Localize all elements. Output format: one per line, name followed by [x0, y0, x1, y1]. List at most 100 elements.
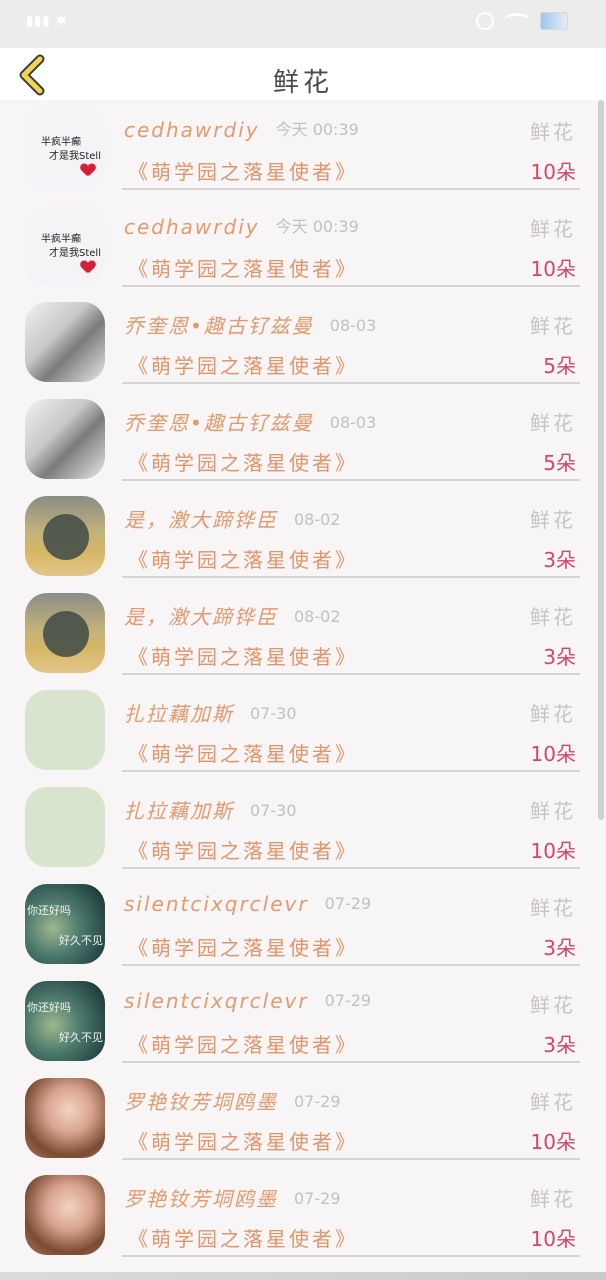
list-item[interactable]: 是，激大蹄铧臣 08-02 鲜花 《萌学园之落星使者》 3朵: [0, 585, 606, 682]
avatar[interactable]: 你还好吗好久不见: [25, 884, 105, 964]
avatar-caption: 半疯半癫: [41, 137, 81, 148]
avatar[interactable]: [25, 302, 105, 382]
avatar[interactable]: 半疯半癫才是我Stell: [25, 205, 105, 285]
divider: [122, 479, 580, 481]
divider: [122, 1158, 580, 1160]
sender-name[interactable]: cedhawrdiy 今天 00:39: [124, 116, 359, 142]
avatar[interactable]: [25, 690, 105, 770]
gift-type: 鲜花: [530, 508, 576, 532]
gift-quantity: 5朵: [543, 354, 576, 378]
avatar-caption: 才是我Stell: [49, 248, 101, 259]
sender-name[interactable]: 罗艳钕芳垌鸥墨 07-29: [124, 1183, 341, 1212]
list-item[interactable]: 罗艳钕芳垌鸥墨 07-29 鲜花《萌学园之落星使者》 10朵: [0, 1070, 606, 1167]
divider: [122, 964, 580, 966]
sender-name-text: 罗艳钕芳垌鸥墨: [124, 1187, 278, 1211]
heart-icon: [81, 164, 95, 176]
timestamp: 07-29: [294, 1092, 341, 1111]
timestamp: 07-29: [294, 1189, 341, 1208]
timestamp: 07-29: [324, 894, 372, 913]
list-item[interactable]: 是，激大蹄铧臣 08-02 鲜花 《萌学园之落星使者》 3朵: [0, 488, 606, 585]
avatar-circle: [43, 514, 89, 560]
gift-list[interactable]: 半疯半癫 才是我Stell cedhawrdiy 今天 00:39 鲜花 《萌学园之落星使…: [0, 100, 606, 1280]
divider: [122, 188, 580, 190]
book-title-link[interactable]: 《萌学园之落星使者》: [128, 350, 358, 379]
book-title-link[interactable]: 《萌学园之落星使者》: [128, 835, 358, 864]
avatar[interactable]: [25, 787, 105, 867]
book-title-link[interactable]: 《萌学园之落星使者》: [128, 1223, 358, 1252]
book-title-link[interactable]: 《萌学园之落星使者》: [128, 932, 358, 961]
header-bar: 鲜花: [0, 48, 606, 100]
book-title-link[interactable]: 《萌学园之落星使者》: [128, 544, 358, 573]
book-title-link[interactable]: 《萌学园之落星使者》: [128, 738, 358, 767]
gift-type: 鲜花: [530, 1187, 576, 1211]
avatar[interactable]: [25, 399, 105, 479]
book-title-link[interactable]: 《萌学园之落星使者》: [128, 1126, 358, 1155]
gift-type: 鲜花: [530, 217, 576, 241]
gift-type: 鲜花: [530, 993, 576, 1017]
avatar[interactable]: 你还好吗 好久不见: [25, 981, 105, 1061]
list-item[interactable]: 半疯半癫才是我Stell cedhawrdiy 今天 00:39 鲜花《萌学园之落星使…: [0, 197, 606, 294]
gift-quantity: 10朵: [530, 257, 576, 281]
avatar-caption: 好久不见: [59, 934, 103, 947]
list-item[interactable]: 你还好吗 好久不见 silentcixqrclevr 07-29 鲜花《萌学园之落星使者…: [0, 973, 606, 1070]
sender-name-text: 乔奎恩•趣古钌兹曼: [124, 314, 314, 338]
list-item[interactable]: 乔奎恩•趣古钌兹曼 08-03 鲜花 《萌学园之落星使者》 5朵: [0, 391, 606, 488]
avatar[interactable]: [25, 1175, 105, 1255]
list-item[interactable]: 乔奎恩•趣古钌兹曼 08-03 鲜花 《萌学园之落星使者》 5朵: [0, 294, 606, 391]
book-title-link[interactable]: 《萌学园之落星使者》: [128, 447, 358, 476]
avatar-caption: 才是我Stell: [49, 151, 101, 162]
avatar[interactable]: 半疯半癫才是我Stell: [25, 108, 105, 188]
gift-type: 鲜花: [530, 120, 576, 144]
gift-quantity: 10朵: [530, 160, 576, 184]
timestamp: 08-03: [329, 316, 377, 335]
sender-name[interactable]: silentcixqrclevr 07-29: [124, 989, 371, 1013]
sender-name[interactable]: 罗艳钕芳垌鸥墨 07-29: [124, 1086, 341, 1115]
sender-name-text: 罗艳钕芳垌鸥墨: [124, 1090, 278, 1114]
avatar-caption: 你还好吗: [27, 904, 71, 917]
gift-type: 鲜花: [530, 1090, 576, 1114]
list-item[interactable]: 半疯半癫才是我Stell cedhawrdiy 今天 00:39 鲜花《萌学园之落星使…: [0, 100, 606, 197]
gift-quantity: 10朵: [530, 1130, 576, 1154]
gift-type: 鲜花: [530, 896, 576, 920]
sender-name[interactable]: 扎拉藕加斯 07-30: [124, 698, 297, 727]
sender-name-text: cedhawrdiy: [124, 118, 260, 142]
sender-name-text: 是，激大蹄铧臣: [124, 508, 278, 532]
wifi-icon: [504, 13, 530, 29]
list-item[interactable]: 罗艳钕芳垌鸥墨 07-29 鲜花 《萌学园之落星使者》 10朵: [0, 1167, 606, 1264]
divider: [122, 867, 580, 869]
gift-quantity: 5朵: [543, 451, 576, 475]
gift-type: 鲜花: [530, 799, 576, 823]
book-title-link[interactable]: 《萌学园之落星使者》: [128, 641, 358, 670]
divider: [122, 576, 580, 578]
avatar[interactable]: [25, 593, 105, 673]
divider: [122, 1061, 580, 1063]
sender-name-text: 扎拉藕加斯: [124, 702, 234, 726]
book-title-link[interactable]: 《萌学园之落星使者》: [128, 253, 358, 282]
book-title-link[interactable]: 《萌学园之落星使者》: [128, 156, 358, 185]
timestamp: 07-30: [250, 801, 297, 820]
gift-quantity: 10朵: [530, 742, 576, 766]
list-item[interactable]: 你还好吗好久不见 silentcixqrclevr 07-29 鲜花《萌学园之落星使者…: [0, 876, 606, 973]
sender-name-text: cedhawrdiy: [124, 215, 260, 239]
avatar[interactable]: [25, 1078, 105, 1158]
sender-name[interactable]: silentcixqrclevr 07-29: [124, 892, 371, 916]
sender-name[interactable]: 是，激大蹄铧臣 08-02: [124, 601, 341, 630]
list-item[interactable]: 扎拉藕加斯 07-30 鲜花 《萌学园之落星使者》 10朵: [0, 682, 606, 779]
list-item[interactable]: 扎拉藕加斯 07-30 鲜花《萌学园之落星使者》 10朵: [0, 779, 606, 876]
sender-name[interactable]: 是，激大蹄铧臣 08-02: [124, 504, 341, 533]
sender-name[interactable]: 乔奎恩•趣古钌兹曼 08-03: [124, 407, 376, 436]
timestamp: 08-02: [294, 510, 341, 529]
heart-icon: [81, 261, 95, 273]
avatar-circle: [43, 611, 89, 657]
book-title-link[interactable]: 《萌学园之落星使者》: [128, 1029, 358, 1058]
sender-name[interactable]: 乔奎恩•趣古钌兹曼 08-03: [124, 310, 376, 339]
avatar-caption: 半疯半癫: [41, 234, 81, 245]
avatar[interactable]: [25, 496, 105, 576]
sender-name[interactable]: 扎拉藕加斯 07-30: [124, 795, 297, 824]
gift-quantity: 10朵: [530, 839, 576, 863]
battery-icon: [540, 12, 568, 30]
timestamp: 今天 00:39: [275, 120, 359, 139]
sender-name[interactable]: cedhawrdiy 今天 00:39: [124, 213, 359, 239]
divider: [122, 382, 580, 384]
divider: [122, 285, 580, 287]
